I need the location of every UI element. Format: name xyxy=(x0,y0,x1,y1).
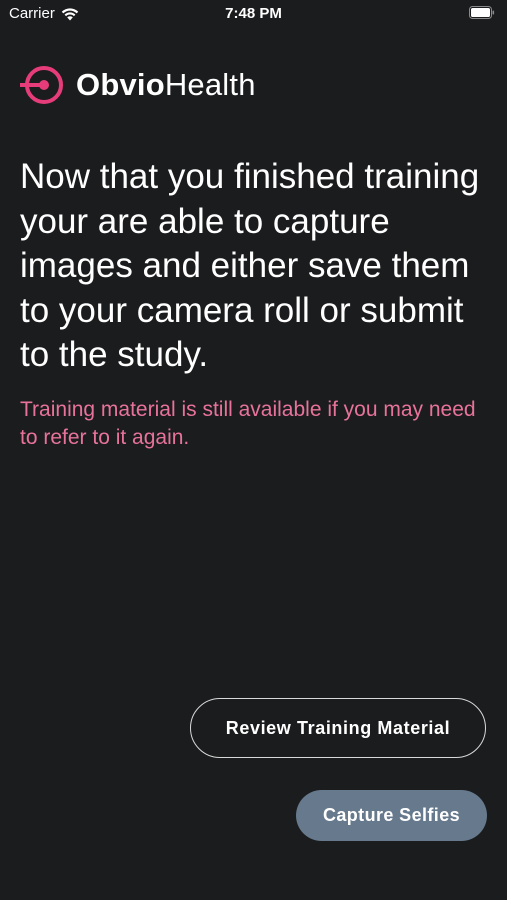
training-note: Training material is still available if … xyxy=(20,398,476,449)
status-time: 7:48 PM xyxy=(225,5,282,22)
status-bar: Carrier 7:48 PM xyxy=(0,0,507,28)
capture-selfies-button[interactable]: Capture Selfies xyxy=(296,790,487,841)
review-training-material-button[interactable]: Review Training Material xyxy=(190,698,486,758)
battery-icon xyxy=(469,6,495,19)
logo-text-bold: Obvio xyxy=(76,67,165,102)
obvio-target-icon xyxy=(18,62,68,108)
obvio-health-logo: ObvioHealth xyxy=(18,62,256,108)
logo-wordmark: ObvioHealth xyxy=(76,67,256,103)
logo-text-light: Health xyxy=(164,67,256,102)
page-headline: Now that you finished training your are … xyxy=(20,157,480,374)
